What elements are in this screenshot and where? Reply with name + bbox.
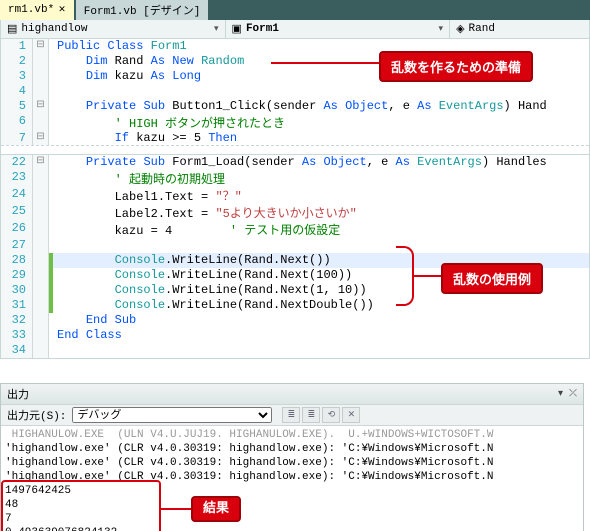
line-number: 25 — [1, 204, 33, 221]
line-number: 5 — [1, 99, 33, 114]
output-title: 出力 — [7, 386, 29, 402]
code-line: Dim Rand As New Random — [53, 54, 244, 69]
toolbar-button[interactable]: ≣ — [282, 407, 300, 423]
fold-icon[interactable]: ⊟ — [33, 39, 49, 54]
output-toolbar: 出力元(S): デバッグ ≣ ≣ ⟲ ✕ — [1, 404, 583, 426]
line-number: 2 — [1, 54, 33, 69]
code-line: Label1.Text = "？" — [53, 187, 242, 204]
callout-result: 結果 — [191, 496, 241, 522]
line-number: 30 — [1, 283, 33, 298]
line-number: 31 — [1, 298, 33, 313]
crumb-project-label: highandlow — [21, 23, 87, 35]
line-number: 26 — [1, 221, 33, 238]
toolbar-button[interactable]: ✕ — [342, 407, 360, 423]
code-line: Console.WriteLine(Rand.Next()) — [53, 253, 331, 268]
callout-random-usage: 乱数の使用例 — [441, 263, 543, 294]
output-line: 'highandlow.exe' (CLR v4.0.30319: highan… — [5, 442, 579, 456]
crumb-member-label: Rand — [469, 23, 495, 35]
project-icon: ▤ — [7, 22, 17, 36]
code-line: If kazu >= 5 Then — [53, 131, 237, 145]
tab-inactive[interactable]: Form1.vb [デザイン] — [76, 0, 209, 20]
result-highlight — [1, 480, 161, 531]
crumb-class[interactable]: ▣ Form1 ▾ — [226, 20, 451, 38]
line-number: 34 — [1, 343, 33, 358]
toolbar-button[interactable]: ⟲ — [322, 407, 340, 423]
tab-active-label: rm1.vb* — [8, 4, 54, 16]
output-panel: 出力 ▾ ⤫ 出力元(S): デバッグ ≣ ≣ ⟲ ✕ HIGHANULOW.E… — [0, 383, 584, 531]
code-line: Label2.Text = "5より大きいか小さいか" — [53, 204, 357, 221]
line-number: 22 — [1, 155, 33, 170]
fold-icon[interactable]: ⊟ — [33, 131, 49, 145]
output-line: HIGHANULOW.EXE (ULN V4.U.JUJ19. HIGHANUL… — [5, 428, 579, 442]
crumb-project[interactable]: ▤ highandlow ▾ — [1, 20, 226, 38]
crumb-member[interactable]: ◈ Rand — [450, 20, 589, 38]
code-editor-bottom[interactable]: 22⊟ Private Sub Form1_Load(sender As Obj… — [0, 154, 590, 359]
callout-connector — [414, 275, 442, 277]
code-line: Console.WriteLine(Rand.NextDouble()) — [53, 298, 374, 313]
output-title-bar: 出力 ▾ ⤫ — [1, 384, 583, 404]
line-number: 28 — [1, 253, 33, 268]
output-body[interactable]: HIGHANULOW.EXE (ULN V4.U.JUJ19. HIGHANUL… — [1, 426, 583, 531]
code-line: End Sub — [53, 313, 136, 328]
callout-connector — [271, 62, 381, 64]
pin-icon[interactable]: ▾ ⤫ — [558, 388, 577, 400]
line-number: 6 — [1, 114, 33, 131]
code-line: Console.WriteLine(Rand.Next(100)) — [53, 268, 352, 283]
code-line: ' 起動時の初期処理 — [53, 170, 225, 187]
line-number: 4 — [1, 84, 33, 99]
output-source-label: 出力元(S): — [7, 407, 66, 423]
chevron-down-icon: ▾ — [439, 24, 444, 34]
callout-connector — [161, 508, 191, 510]
output-source-select[interactable]: デバッグ — [72, 407, 272, 423]
line-number: 23 — [1, 170, 33, 187]
code-line: End Class — [53, 328, 122, 343]
callout-random-setup: 乱数を作るための準備 — [379, 51, 533, 82]
line-number: 29 — [1, 268, 33, 283]
output-line: 'highandlow.exe' (CLR v4.0.30319: highan… — [5, 456, 579, 470]
line-number: 24 — [1, 187, 33, 204]
class-icon: ▣ — [232, 22, 242, 36]
code-line: Console.WriteLine(Rand.Next(1, 10)) — [53, 283, 367, 298]
file-tabs: rm1.vb* ✕ Form1.vb [デザイン] — [0, 0, 590, 20]
fold-icon[interactable]: ⊟ — [33, 155, 49, 170]
code-line: kazu = 4 ' テスト用の仮設定 — [53, 221, 340, 238]
code-line: Public Class Form1 — [53, 39, 187, 54]
code-line: Private Sub Button1_Click(sender As Obje… — [53, 99, 547, 114]
close-icon[interactable]: ✕ — [58, 5, 66, 15]
line-number: 3 — [1, 69, 33, 84]
callout-bracket — [396, 246, 414, 306]
toolbar-button[interactable]: ≣ — [302, 407, 320, 423]
line-number: 33 — [1, 328, 33, 343]
line-number: 7 — [1, 131, 33, 145]
line-number: 27 — [1, 238, 33, 253]
code-line: Private Sub Form1_Load(sender As Object,… — [53, 155, 547, 170]
code-line: ' HIGH ボタンが押されたとき — [53, 114, 285, 131]
line-number: 32 — [1, 313, 33, 328]
code-editor-top[interactable]: 1⊟Public Class Form1 2 Dim Rand As New R… — [0, 39, 590, 146]
line-number: 1 — [1, 39, 33, 54]
code-line: Dim kazu As Long — [53, 69, 201, 84]
member-icon: ◈ — [456, 22, 464, 36]
breadcrumb: ▤ highandlow ▾ ▣ Form1 ▾ ◈ Rand — [0, 20, 590, 39]
crumb-class-label: Form1 — [246, 23, 279, 35]
chevron-down-icon: ▾ — [214, 24, 219, 34]
fold-icon[interactable]: ⊟ — [33, 99, 49, 114]
tab-active[interactable]: rm1.vb* ✕ — [0, 0, 74, 20]
